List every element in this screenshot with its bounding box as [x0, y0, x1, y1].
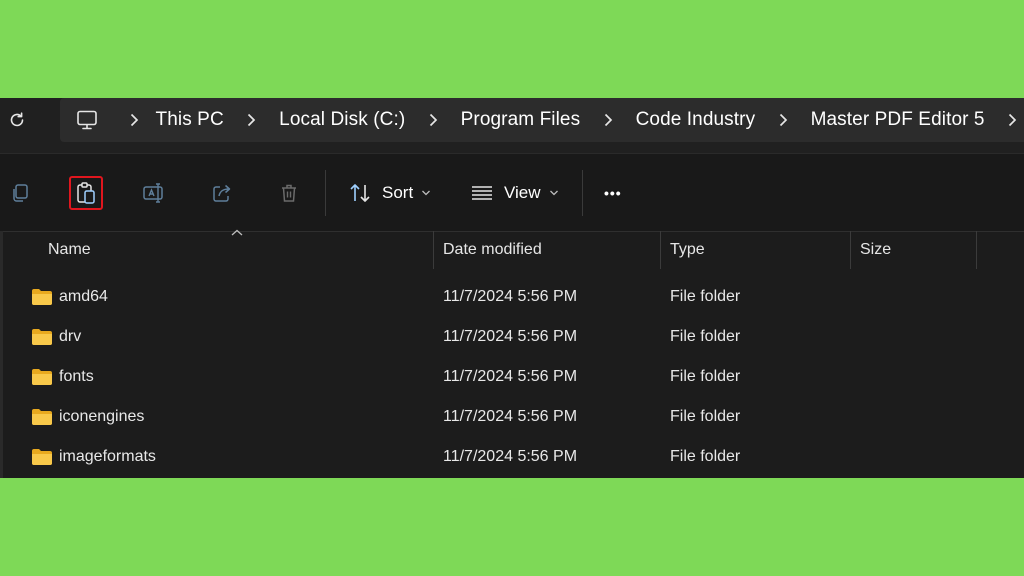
list-item[interactable]: fonts 11/7/2024 5:56 PM File folder [0, 357, 1024, 397]
breadcrumb-master-pdf-editor[interactable]: Master PDF Editor 5 [811, 98, 985, 142]
file-name: imageformats [59, 448, 156, 465]
file-type: File folder [670, 328, 741, 345]
share-button[interactable] [205, 176, 239, 210]
chevron-right-icon[interactable] [405, 98, 460, 142]
chevron-right-icon[interactable] [224, 98, 279, 142]
delete-button[interactable] [272, 176, 306, 210]
sort-ascending-icon [231, 229, 243, 236]
column-header-name[interactable]: Name [48, 231, 91, 269]
copy-icon [13, 184, 28, 202]
this-pc-button[interactable] [60, 98, 113, 142]
file-date: 11/7/2024 5:56 PM [443, 368, 578, 385]
chevron-down-icon [422, 190, 431, 196]
folder-icon [32, 289, 52, 305]
refresh-button[interactable] [0, 98, 34, 142]
view-list-icon [472, 186, 492, 200]
column-resizer[interactable] [660, 231, 661, 269]
folder-icon [32, 329, 52, 345]
refresh-icon [10, 112, 24, 127]
address-bar: This PC Local Disk (C:) Program Files Co… [0, 98, 1024, 153]
command-bar: Sort View ••• [0, 153, 1024, 232]
column-resizer[interactable] [433, 231, 434, 269]
file-explorer-window: This PC Local Disk (C:) Program Files Co… [0, 98, 1024, 478]
folder-icon [32, 369, 52, 385]
file-date: 11/7/2024 5:56 PM [443, 328, 578, 345]
paste-icon [77, 182, 95, 204]
file-type: File folder [670, 288, 741, 305]
breadcrumb-this-pc[interactable]: This PC [156, 98, 224, 142]
breadcrumb: This PC Local Disk (C:) Program Files Co… [60, 98, 1024, 142]
list-item[interactable]: drv 11/7/2024 5:56 PM File folder [0, 317, 1024, 357]
file-name: iconengines [59, 408, 145, 425]
list-item[interactable]: imageformats 11/7/2024 5:56 PM File fold… [0, 437, 1024, 477]
folder-icon [32, 409, 52, 425]
delete-icon [282, 184, 296, 202]
list-item[interactable]: amd64 11/7/2024 5:56 PM File folder [0, 277, 1024, 317]
view-menu-button[interactable]: View [470, 176, 559, 210]
column-header-type[interactable]: Type [670, 231, 705, 269]
see-more-button[interactable]: ••• [604, 176, 622, 210]
file-name: drv [59, 328, 82, 345]
chevron-right-icon[interactable] [113, 98, 155, 142]
folder-icon [32, 449, 52, 465]
column-resizer[interactable] [850, 231, 851, 269]
file-date: 11/7/2024 5:56 PM [443, 448, 578, 465]
file-type: File folder [670, 448, 741, 465]
paste-button[interactable] [69, 176, 103, 210]
rename-button[interactable] [137, 176, 171, 210]
file-type: File folder [670, 368, 741, 385]
chevron-down-icon [549, 190, 558, 196]
view-label: View [504, 183, 541, 202]
file-type: File folder [670, 408, 741, 425]
chevron-right-icon[interactable] [580, 98, 635, 142]
file-date: 11/7/2024 5:56 PM [443, 288, 578, 305]
breadcrumb-local-disk[interactable]: Local Disk (C:) [279, 98, 405, 142]
file-date: 11/7/2024 5:56 PM [443, 408, 578, 425]
copy-button[interactable] [3, 176, 37, 210]
column-header-row: Name Date modified Type Size [0, 229, 1024, 269]
chevron-right-icon[interactable] [985, 98, 1024, 142]
sort-menu-button[interactable]: Sort [348, 176, 431, 210]
toolbar-divider [325, 170, 326, 216]
file-name: amd64 [59, 288, 108, 305]
list-item[interactable]: iconengines 11/7/2024 5:56 PM File folde… [0, 397, 1024, 437]
this-pc-icon [76, 110, 97, 130]
rename-icon [143, 183, 163, 203]
more-options-icon: ••• [604, 185, 622, 201]
sort-label: Sort [382, 183, 414, 202]
column-header-date-modified[interactable]: Date modified [443, 231, 542, 269]
chevron-right-icon[interactable] [755, 98, 810, 142]
column-header-size[interactable]: Size [860, 231, 891, 269]
share-icon [213, 184, 231, 202]
breadcrumb-program-files[interactable]: Program Files [461, 98, 581, 142]
breadcrumb-code-industry[interactable]: Code Industry [636, 98, 756, 142]
column-resizer[interactable] [976, 231, 977, 269]
file-name: fonts [59, 368, 94, 385]
sort-icon [350, 184, 370, 202]
toolbar-divider [582, 170, 583, 216]
